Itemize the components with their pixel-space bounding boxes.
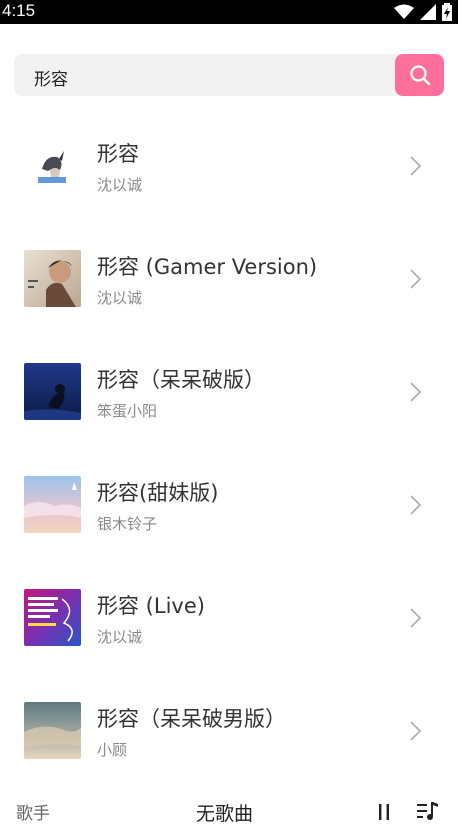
album-cover: [24, 476, 81, 533]
status-icons: [394, 3, 452, 21]
song-title: 形容: [97, 142, 139, 166]
song-artist: 笨蛋小阳: [97, 402, 158, 420]
song-artist: 银木铃子: [97, 515, 158, 533]
chevron-right-icon: [410, 495, 422, 515]
song-artist: 沈以诚: [97, 176, 143, 194]
search-input[interactable]: 形容: [14, 54, 406, 96]
playlist-icon[interactable]: [417, 802, 439, 822]
album-cover: [24, 589, 81, 646]
chevron-right-icon: [410, 156, 422, 176]
status-time: 4:15: [2, 1, 36, 20]
song-artist: 沈以诚: [97, 289, 143, 307]
song-artist: 沈以诚: [97, 628, 143, 646]
result-item[interactable]: 形容(甜妹版) 银木铃子: [0, 449, 458, 562]
album-cover: [24, 363, 81, 420]
result-item[interactable]: 形容 (Gamer Version) 沈以诚: [0, 223, 458, 336]
player-singer: 歌手: [16, 804, 50, 824]
album-cover: [24, 137, 81, 194]
search-button[interactable]: [395, 54, 444, 96]
song-title: 形容（呆呆破男版）: [97, 707, 286, 731]
signal-icon: [420, 4, 436, 20]
song-title: 形容 (Gamer Version): [97, 255, 318, 279]
status-bar: 4:15: [0, 0, 458, 24]
song-title: 形容 (Live): [97, 594, 205, 618]
result-item[interactable]: 形容 (Live) 沈以诚: [0, 562, 458, 675]
search-bar: 形容: [14, 54, 444, 96]
mini-player: 歌手 无歌曲: [0, 790, 458, 825]
chevron-right-icon: [410, 269, 422, 289]
chevron-right-icon: [410, 382, 422, 402]
pause-icon[interactable]: [377, 804, 391, 820]
album-cover: [24, 250, 81, 307]
search-query: 形容: [34, 70, 68, 90]
result-item[interactable]: 形容 沈以诚: [0, 110, 458, 223]
search-icon: [409, 65, 430, 86]
result-item[interactable]: 形容（呆呆破版） 笨蛋小阳: [0, 336, 458, 449]
result-item[interactable]: 形容（呆呆破男版） 小顾: [0, 675, 458, 788]
wifi-icon: [394, 4, 414, 19]
song-artist: 小顾: [97, 741, 128, 759]
album-cover: [24, 702, 81, 759]
song-title: 形容(甜妹版): [97, 481, 219, 505]
chevron-right-icon: [410, 608, 422, 628]
battery-icon: [442, 3, 452, 21]
song-title: 形容（呆呆破版）: [97, 368, 265, 392]
chevron-right-icon: [410, 721, 422, 741]
player-song: 无歌曲: [196, 803, 254, 825]
